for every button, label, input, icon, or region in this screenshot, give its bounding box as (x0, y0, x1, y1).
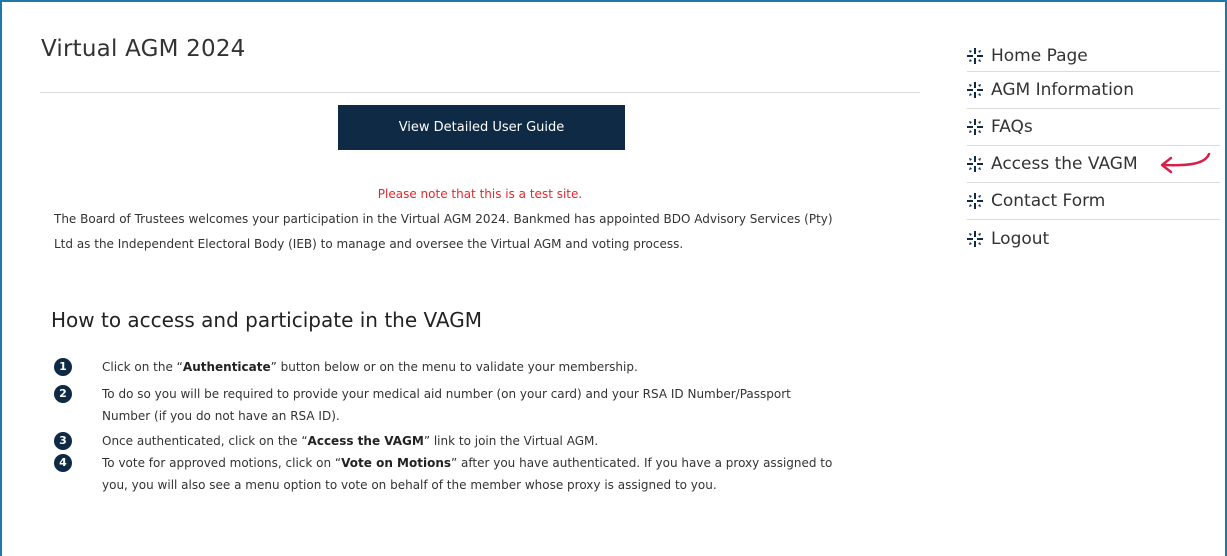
step-text-part: To vote for approved motions, click on “ (102, 456, 342, 470)
step-text: you, you will also see a menu option to … (102, 478, 717, 492)
step-item-1: 1 Click on the “Authenticate” button bel… (54, 356, 934, 378)
step-text: ” link to join the Virtual AGM. (423, 434, 599, 448)
compass-cross-icon (967, 48, 983, 64)
test-site-notice: Please note that this is a test site. (377, 187, 583, 201)
intro-line-2: Ltd as the Independent Electoral Body (I… (54, 237, 684, 251)
compass-cross-icon (967, 193, 983, 209)
step-item-3: 3 Once authenticated, click on the “Acce… (54, 430, 934, 452)
steps-list: 1 Click on the “Authenticate” button bel… (54, 356, 934, 496)
page-frame: Virtual AGM 2024 View Detailed User Guid… (0, 0, 1227, 556)
step-item-4: 4 To vote for approved motions, click on… (54, 452, 934, 496)
menu-item-label: Contact Form (991, 191, 1106, 211)
menu-item-label: Logout (991, 228, 1050, 249)
intro-paragraph: The Board of Trustees welcomes your part… (54, 207, 934, 257)
step-number-badge: 3 (54, 432, 72, 450)
authenticate-keyword: Authenticate (182, 360, 271, 374)
step-text: Once authenticated, click on the “ (102, 434, 308, 448)
compass-cross-icon (967, 119, 983, 135)
menu-item-label: Home Page (991, 46, 1088, 66)
step-text-part: ” after you have authenticated. If you h… (451, 456, 833, 470)
view-user-guide-button[interactable]: View Detailed User Guide (338, 105, 625, 150)
menu-item-contact-form[interactable]: Contact Form (967, 183, 1220, 220)
page-title: Virtual AGM 2024 (41, 36, 246, 62)
menu-item-label: Access the VAGM (991, 154, 1138, 174)
compass-cross-icon (967, 230, 983, 247)
red-arrow-annotation-icon (1160, 152, 1211, 174)
menu-item-faqs[interactable]: FAQs (967, 109, 1220, 146)
title-divider (40, 92, 920, 93)
step-number-badge: 4 (54, 454, 72, 472)
menu-item-label: FAQs (991, 117, 1033, 137)
how-to-heading: How to access and participate in the VAG… (51, 308, 482, 332)
menu-item-agm-information[interactable]: AGM Information (967, 72, 1220, 109)
step-text: To do so you will be required to provide… (102, 387, 791, 401)
access-vagm-keyword: Access the VAGM (307, 434, 424, 448)
step-text: Click on the “ (102, 360, 183, 374)
step-text: ” button below or on the menu to validat… (270, 360, 638, 374)
vote-on-motions-keyword: Vote on Motions (341, 456, 451, 470)
step-text: To vote for approved motions, click on “… (102, 452, 934, 474)
menu-item-logout[interactable]: Logout (967, 220, 1220, 257)
step-number-badge: 1 (54, 358, 72, 376)
intro-line-1: The Board of Trustees welcomes your part… (54, 212, 833, 226)
step-number-badge: 2 (54, 385, 72, 403)
menu-item-home-page[interactable]: Home Page (967, 41, 1220, 72)
step-text: Number (if you do not have an RSA ID). (102, 409, 340, 423)
compass-cross-icon (967, 82, 983, 98)
compass-cross-icon (967, 156, 983, 172)
step-item-2: 2 To do so you will be required to provi… (54, 383, 934, 427)
menu-item-label: AGM Information (991, 80, 1134, 100)
main-content: Virtual AGM 2024 View Detailed User Guid… (40, 36, 920, 492)
